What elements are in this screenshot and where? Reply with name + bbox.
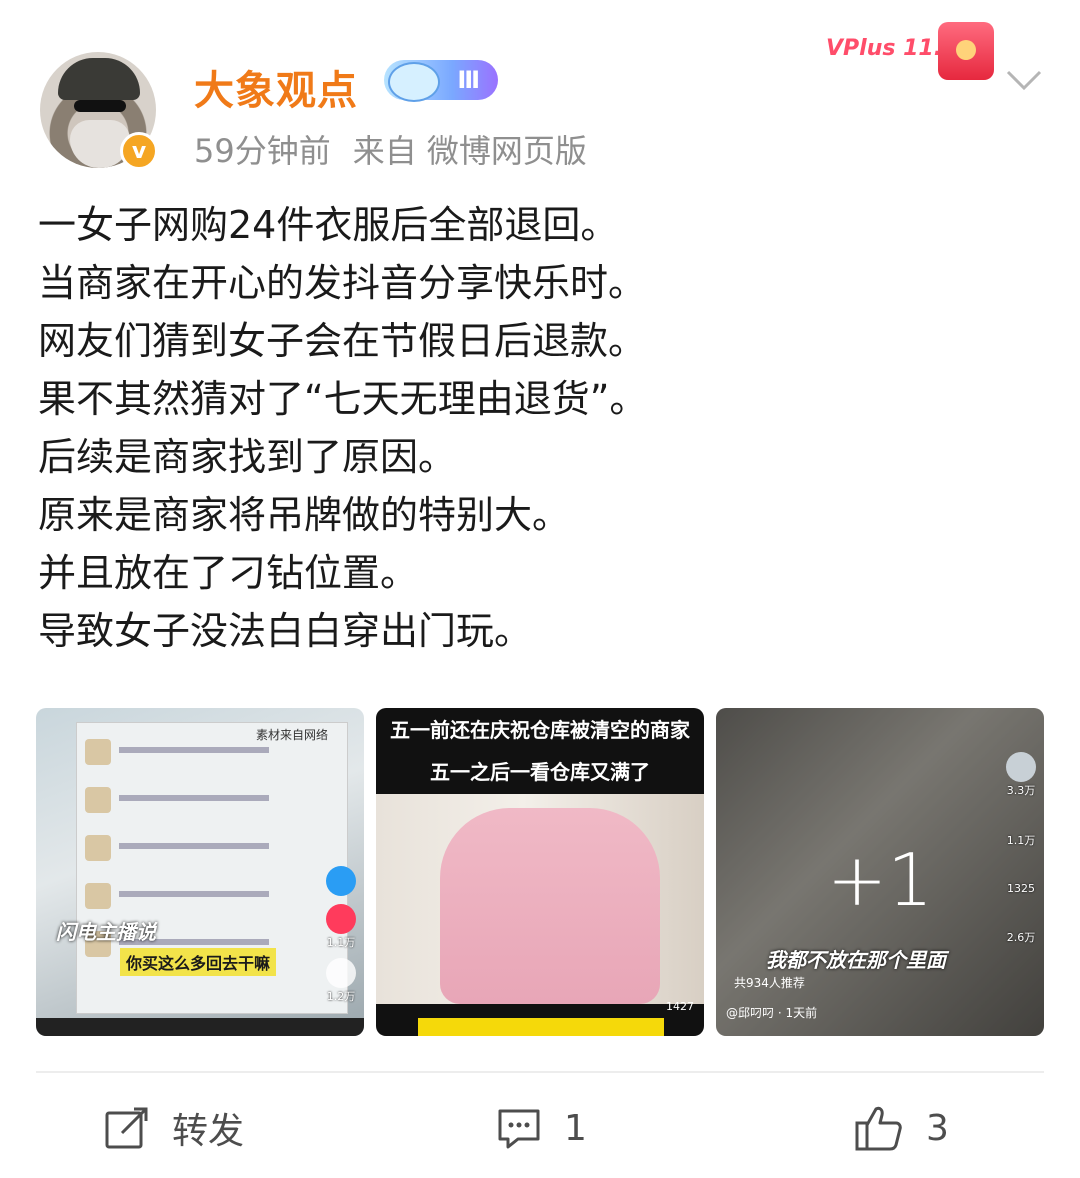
share-icon	[105, 1107, 148, 1149]
post-source: 来自 微博网页版	[352, 132, 587, 170]
list-item	[85, 787, 341, 817]
caption-bar	[418, 1018, 664, 1036]
taskbar	[36, 1018, 364, 1036]
user-level-badge: Ⅲ	[384, 60, 498, 102]
more-images-count: +1	[826, 838, 934, 922]
level-label: Ⅲ	[457, 66, 480, 94]
post-line: 一女子网购24件衣服后全部退回。	[38, 203, 619, 247]
post-line: 后续是商家找到了原因。	[38, 435, 457, 479]
image-caption-line2: 五一之后一看仓库又满了	[430, 760, 650, 784]
comment-bubble-icon	[326, 958, 356, 988]
image-grid: 素材来自网络 闪电主播说 你买这么多回去干嘛 1.1万 1.2万 五一前还在庆祝…	[36, 708, 1044, 1036]
comment-count: 1	[564, 1107, 587, 1149]
recommend-count: 共934人推荐	[734, 976, 805, 990]
image-caption-line1: 五一前还在庆祝仓库被清空的商家	[390, 718, 690, 742]
post-time: 59分钟前	[194, 132, 331, 170]
share-label: 转发	[172, 1111, 245, 1152]
list-item	[85, 835, 341, 865]
image-caption: 我都不放在那个里面	[766, 948, 946, 972]
avatar-glasses	[74, 100, 126, 112]
image-thumbnail-1[interactable]: 素材来自网络 闪电主播说 你买这么多回去干嘛 1.1万 1.2万	[36, 708, 364, 1036]
video-side-icons: 3.3万 1.1万 1325 2.6万	[1006, 744, 1036, 945]
divider	[36, 1071, 1044, 1073]
red-envelope-icon	[938, 22, 994, 80]
author-name[interactable]: 大象观点	[194, 58, 358, 116]
creator-handle: @邱叼叼 · 1天前	[726, 1006, 818, 1020]
verified-badge-icon: v	[120, 132, 158, 170]
image-source-note: 素材来自网络	[256, 728, 329, 742]
thumbs-up-icon	[855, 1106, 902, 1151]
comment-count: 1.1万	[1006, 834, 1036, 847]
like-count: 1.1万	[326, 936, 356, 949]
avatar-hat	[58, 58, 140, 100]
comment-icon	[498, 1109, 540, 1149]
post-line: 原来是商家将吊牌做的特别大。	[38, 493, 571, 537]
image-thumbnail-3[interactable]: +1 我都不放在那个里面 共934人推荐 @邱叼叼 · 1天前 3.3万 1.1…	[716, 708, 1044, 1036]
comment-count: 1.2万	[326, 990, 356, 1003]
image-watermark: 闪电主播说	[56, 920, 156, 944]
like-button[interactable]: 3	[854, 1096, 949, 1160]
heart-icon	[326, 904, 356, 934]
post-line: 果不其然猜对了“七天无理由退货”。	[38, 377, 648, 421]
brain-icon	[388, 62, 440, 102]
like-count: 3.3万	[1006, 784, 1036, 797]
share-button[interactable]: 转发	[104, 1096, 244, 1160]
post-line: 导致女子没法白白穿出门玩。	[38, 609, 533, 653]
comment-button[interactable]: 1	[496, 1096, 587, 1160]
like-count: 3	[926, 1107, 949, 1149]
post-meta: 59分钟前 来自 微博网页版	[194, 126, 609, 172]
post-header: v 大象观点 Ⅲ 59分钟前 来自 微博网页版 VPlus 11.11	[0, 0, 1080, 190]
action-bar: 转发 1 3	[0, 1096, 1080, 1160]
creator-avatar-icon	[326, 866, 356, 896]
post-body: 一女子网购24件衣服后全部退回。 当商家在开心的发抖音分享快乐时。 网友们猜到女…	[38, 196, 1048, 660]
creator-avatar-icon	[1006, 752, 1036, 782]
post-line: 并且放在了刁钻位置。	[38, 551, 419, 595]
video-side-icons: 1.1万 1.2万	[326, 858, 356, 1004]
image-thumbnail-2[interactable]: 五一前还在庆祝仓库被清空的商家 五一之后一看仓库又满了 1427	[376, 708, 704, 1036]
favorite-count: 1325	[1007, 882, 1035, 895]
list-item	[85, 883, 341, 913]
vplus-promo-banner[interactable]: VPlus 11.11	[826, 18, 1002, 82]
post-line: 网友们猜到女子会在节假日后退款。	[38, 319, 647, 363]
share-count: 2.6万	[1006, 931, 1036, 944]
pink-sweater	[440, 808, 660, 1004]
chevron-down-icon[interactable]	[1004, 60, 1044, 100]
list-item	[85, 739, 341, 769]
share-count: 1427	[666, 1000, 694, 1013]
image-caption: 你买这么多回去干嘛	[120, 948, 277, 976]
post-line: 当商家在开心的发抖音分享快乐时。	[38, 261, 647, 305]
